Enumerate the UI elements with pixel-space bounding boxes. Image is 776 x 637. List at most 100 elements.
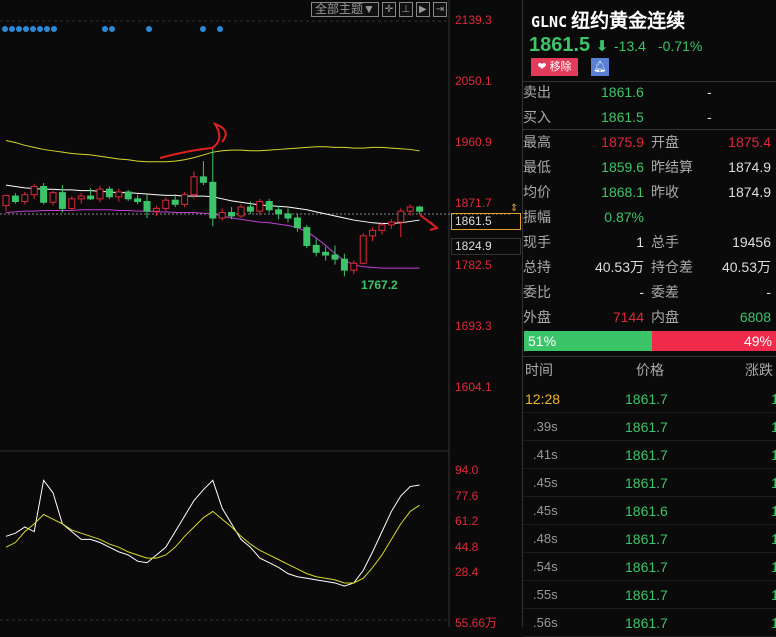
- prev_close-label: 昨收: [651, 184, 679, 200]
- candle-body: [115, 191, 123, 198]
- bid_ratio-label: 委比: [523, 284, 551, 300]
- low-label: 1767.2: [361, 278, 398, 292]
- quote-row: 均价 1868.1 昨收 1874.9: [523, 180, 776, 205]
- alert-bell-button[interactable]: 🔔︎: [591, 58, 609, 76]
- prev_settle-value: 1874.9: [728, 159, 771, 175]
- theme-select[interactable]: 全部主题▼: [311, 2, 379, 17]
- price-axis-label: 2050.1: [455, 74, 492, 88]
- price-axis-label: 1782.5: [455, 258, 492, 272]
- inner-label: 内盘: [651, 309, 679, 325]
- crosshair-icon[interactable]: ✛: [381, 2, 396, 17]
- tick-price: 1861.7: [625, 531, 668, 547]
- candle-body: [30, 185, 38, 196]
- tick-row: .54s1861.713.2⬇: [523, 553, 776, 581]
- candle-body: [246, 206, 254, 212]
- price-axis-label: 2139.3: [455, 13, 492, 27]
- sell-row: 卖出 1861.6-: [523, 84, 712, 100]
- tick-time: .55s: [533, 587, 558, 602]
- quote-row: 外盘 7144 内盘 6808: [523, 305, 776, 330]
- candle-body: [124, 191, 132, 200]
- instrument-code: GLNC: [531, 13, 568, 31]
- down-arrow-icon: ⬇: [771, 441, 776, 469]
- outer-ratio-bar: 51%: [524, 331, 652, 351]
- tick-time: .45s: [533, 503, 558, 518]
- tick-price: 1861.7: [625, 419, 668, 435]
- candle-body: [171, 199, 179, 205]
- tick-price: 1861.7: [625, 475, 668, 491]
- prev_close-value: 1874.9: [728, 184, 771, 200]
- signal-dot: [37, 26, 43, 32]
- candle-body: [58, 192, 66, 209]
- amplitude-value: 0.87%: [604, 209, 644, 225]
- low-label: 最低: [523, 159, 551, 175]
- kline-chart[interactable]: ⇕ 全部主题▼ ✛ ⊥ ▶ ⇥ 2139.3 2050.1 1960.9 1871.7…: [0, 0, 522, 630]
- candle-body: [21, 194, 29, 203]
- tick-row: .45s1861.613.3⬇: [523, 497, 776, 525]
- tick-row: .55s1861.713.2⬇: [523, 581, 776, 609]
- signal-dot: [102, 26, 108, 32]
- down-arrow-icon: ⬇: [771, 609, 776, 637]
- tick-time: .48s: [533, 531, 558, 546]
- candle-body: [40, 185, 48, 203]
- bell-icon: 🔔︎: [593, 61, 607, 73]
- tick-price: 1861.6: [625, 503, 668, 519]
- candle-body: [134, 198, 142, 203]
- last-price-value: 1861.5: [529, 34, 591, 56]
- play-icon[interactable]: ▶: [415, 2, 430, 17]
- remove-label: 移除: [549, 61, 572, 73]
- quote-row: 现手 1 总手 19456: [523, 230, 776, 255]
- candle-body: [359, 235, 367, 264]
- signal-dot: [2, 26, 8, 32]
- tick-row: .56s1861.713.2⬇: [523, 609, 776, 637]
- ticks-header: 时间 价格 涨跌: [525, 362, 773, 378]
- tick-price: 1861.7: [625, 587, 668, 603]
- cur_hand-value: 1: [636, 234, 644, 250]
- candle-body: [387, 221, 395, 226]
- candle-body: [228, 212, 236, 217]
- annotation-stroke: [159, 122, 227, 159]
- last-price: 1861.5 ⬇: [529, 34, 608, 57]
- remove-watchlist-button[interactable]: ❤ 移除: [531, 58, 578, 76]
- tick-price: 1861.7: [625, 447, 668, 463]
- signal-dot: [217, 26, 223, 32]
- signal-dot: [30, 26, 36, 32]
- signal-dot: [16, 26, 22, 32]
- down-arrow-icon: ⬇: [771, 525, 776, 553]
- crosshair-price-tag: 1824.9: [451, 238, 521, 255]
- tick-price: 1861.7: [625, 391, 668, 407]
- signal-dot: [51, 26, 57, 32]
- tick-time: .39s: [533, 419, 558, 434]
- candle-body: [105, 188, 113, 198]
- chart-toolbar: 全部主题▼ ✛ ⊥ ▶ ⇥: [311, 2, 447, 17]
- tick-time: .41s: [533, 447, 558, 462]
- osc-axis-label: 61.2: [455, 514, 479, 528]
- osc-fast-line: [5, 479, 420, 587]
- quote-row: 委比 - 委差 -: [523, 280, 776, 305]
- candle-body: [218, 212, 226, 219]
- candle-body: [256, 201, 264, 212]
- candle-body: [369, 229, 377, 237]
- candle-body: [190, 176, 198, 196]
- candle-body: [68, 198, 76, 209]
- quote-row: 振幅 0.87%: [523, 205, 776, 230]
- price-change-pct: -0.71%: [658, 38, 703, 54]
- hold_diff-value: 40.53万: [721, 259, 771, 275]
- price-axis-label: 1693.3: [455, 319, 492, 333]
- candle-body: [303, 227, 311, 246]
- candle-body: [87, 195, 95, 200]
- candle-body: [331, 254, 339, 260]
- outer-label: 外盘: [523, 309, 551, 325]
- tick-row: .41s1861.713.2⬇: [523, 441, 776, 469]
- avg-label: 均价: [523, 184, 551, 200]
- open-value: 1875.4: [728, 134, 771, 150]
- end-icon[interactable]: ⇥: [432, 2, 447, 17]
- signal-dot: [109, 26, 115, 32]
- chart-canvas[interactable]: ⇕: [0, 0, 522, 627]
- candle-body: [143, 201, 151, 212]
- inner-value: 6808: [739, 309, 771, 325]
- zoom-in-icon[interactable]: ⊥: [398, 2, 413, 17]
- price-axis-label: 1960.9: [455, 135, 492, 149]
- instrument-name: 纽约黄金连续: [571, 11, 686, 32]
- tick-time: .54s: [533, 559, 558, 574]
- down-arrow-icon: ⬇: [771, 385, 776, 413]
